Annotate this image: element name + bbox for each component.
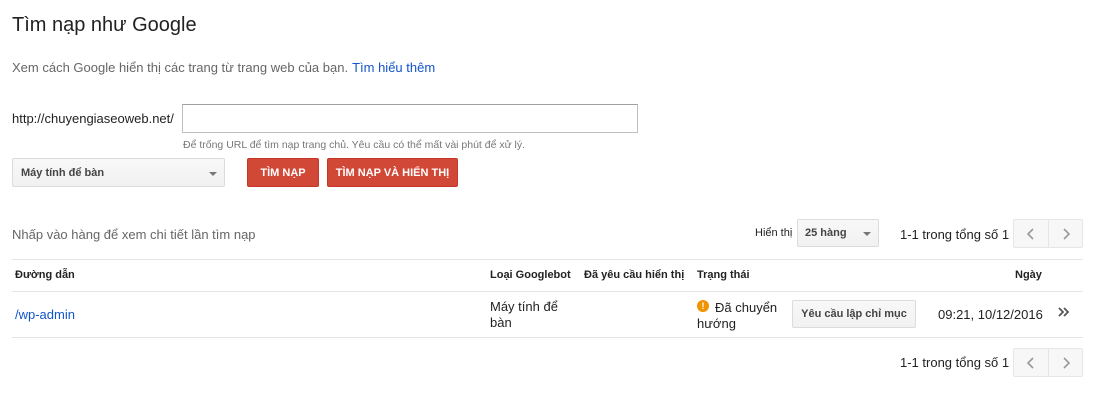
pager-count-top: 1-1 trong tổng số 1 bbox=[900, 227, 1010, 242]
header-path[interactable]: Đường dẫn bbox=[15, 269, 75, 281]
row-googlebot-line2: bàn bbox=[490, 315, 512, 330]
rows-per-page-label: Hiển thị bbox=[755, 227, 793, 239]
double-chevron-right-icon[interactable] bbox=[1057, 305, 1071, 322]
row-status: Đã chuyển hướng bbox=[697, 300, 777, 332]
url-hint: Để trống URL để tìm nạp trang chủ. Yêu c… bbox=[183, 139, 526, 151]
description-text: Xem cách Google hiển thị các trang từ tr… bbox=[12, 60, 349, 75]
caret-down-icon bbox=[863, 232, 871, 236]
table-click-hint: Nhấp vào hàng để xem chi tiết lần tìm nạ… bbox=[12, 227, 256, 242]
learn-more-link[interactable]: Tìm hiểu thêm bbox=[352, 60, 435, 75]
header-date[interactable]: Ngày bbox=[1015, 269, 1042, 281]
table-header: Đường dẫn Loại Googlebot Đã yêu cầu hiển… bbox=[12, 259, 1083, 292]
row-date: 09:21, 10/12/2016 bbox=[938, 307, 1043, 322]
row-status-line2: hướng bbox=[697, 316, 736, 331]
url-row: http://chuyengiaseoweb.net/ bbox=[12, 104, 180, 133]
rows-per-page-select[interactable]: 25 hàng bbox=[797, 219, 879, 247]
device-select[interactable]: Máy tính để bàn bbox=[12, 158, 225, 187]
row-googlebot-line1: Máy tính để bbox=[490, 299, 558, 314]
chevron-right-icon[interactable] bbox=[1048, 219, 1083, 248]
page-description: Xem cách Google hiển thị các trang từ tr… bbox=[12, 60, 435, 75]
pager-count-bottom: 1-1 trong tổng số 1 bbox=[900, 355, 1010, 370]
caret-down-icon bbox=[209, 172, 217, 176]
pager-buttons-top bbox=[1013, 219, 1083, 248]
row-path-link[interactable]: /wp-admin bbox=[15, 307, 75, 322]
header-render-requested[interactable]: Đã yêu cầu hiển thị bbox=[584, 269, 684, 281]
header-status[interactable]: Trạng thái bbox=[697, 269, 750, 281]
rows-per-page-value: 25 hàng bbox=[805, 227, 847, 239]
chevron-left-icon[interactable] bbox=[1013, 348, 1048, 377]
row-status-line1: Đã chuyển bbox=[715, 300, 778, 315]
pager-buttons-bottom bbox=[1013, 348, 1083, 377]
request-indexing-button[interactable]: Yêu cầu lập chỉ mục bbox=[792, 300, 916, 328]
url-input[interactable] bbox=[182, 104, 638, 133]
chevron-left-icon[interactable] bbox=[1013, 219, 1048, 248]
row-googlebot-type: Máy tính để bàn bbox=[490, 299, 558, 331]
page-title: Tìm nạp như Google bbox=[12, 14, 197, 36]
chevron-right-icon[interactable] bbox=[1048, 348, 1083, 377]
url-prefix: http://chuyengiaseoweb.net/ bbox=[12, 111, 174, 126]
device-select-value: Máy tính để bàn bbox=[21, 166, 105, 179]
header-googlebot-type[interactable]: Loại Googlebot bbox=[490, 269, 571, 281]
fetch-and-render-button[interactable]: TÌM NẠP VÀ HIỂN THỊ bbox=[327, 158, 458, 187]
fetch-button[interactable]: TÌM NẠP bbox=[247, 158, 319, 187]
